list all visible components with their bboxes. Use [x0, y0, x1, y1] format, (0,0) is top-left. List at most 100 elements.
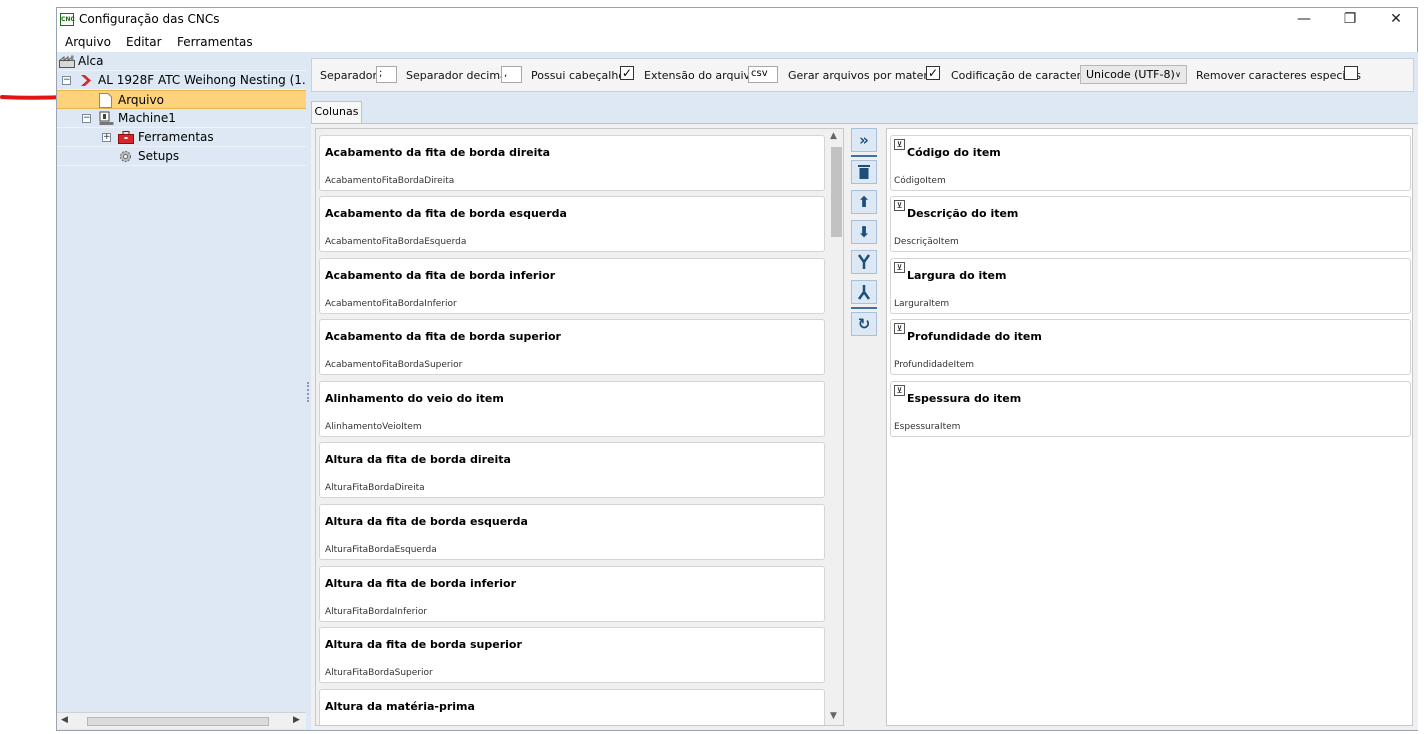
column-key: AcabamentoFitaBordaSuperior [325, 360, 463, 370]
list-item[interactable]: Altura da fita de borda superior AlturaF… [319, 627, 825, 683]
toolbox-icon [118, 131, 134, 144]
trash-icon [858, 165, 870, 179]
column-key: AlturaFitaBordaInferior [325, 607, 428, 617]
delete-column-button[interactable] [851, 160, 877, 184]
expand-marker-icon[interactable]: ⊻ [894, 385, 905, 396]
tree-item-ferramentas[interactable]: + Ferramentas [57, 128, 306, 147]
scroll-down-icon[interactable]: ▼ [830, 711, 837, 721]
per-material-label: Gerar arquivos por material [788, 69, 941, 82]
title-bar: CNC Configuração das CNCs — ❐ ✕ [57, 8, 1417, 32]
scroll-up-icon[interactable]: ▲ [830, 131, 837, 141]
splitter-grip [307, 382, 310, 402]
menu-editar[interactable]: Editar [126, 35, 162, 49]
tree-item-setups[interactable]: Setups [57, 147, 306, 166]
column-key: DescriçãoItem [894, 237, 959, 247]
expand-marker-icon[interactable]: ⊻ [894, 200, 905, 211]
list-item[interactable]: Altura da fita de borda direita AlturaFi… [319, 442, 825, 498]
scroll-left-icon[interactable]: ◀ [61, 715, 68, 725]
selected-columns-list[interactable]: ⊻ Código do item CódigoItem ⊻ Descrição … [886, 128, 1413, 726]
refresh-button[interactable]: ↻ [851, 312, 877, 336]
per-material-checkbox[interactable]: ✓ [926, 66, 940, 80]
move-down-button[interactable]: ⬇ [851, 220, 877, 244]
column-title: Código do item [907, 146, 1001, 159]
divider [851, 155, 877, 157]
merge-columns-button[interactable] [851, 250, 877, 274]
list-item[interactable]: ⊻ Código do item CódigoItem [890, 135, 1411, 191]
split-column-button[interactable] [851, 280, 877, 304]
column-title: Acabamento da fita de borda inferior [325, 269, 556, 282]
minimize-button[interactable]: — [1281, 8, 1327, 30]
column-key: CódigoItem [894, 176, 946, 186]
column-title: Altura da fita de borda inferior [325, 577, 517, 590]
divider [851, 307, 877, 309]
document-icon [99, 93, 112, 108]
list-item[interactable]: ⊻ Largura do item LarguraItem [890, 258, 1411, 314]
expand-marker-icon[interactable]: ⊻ [894, 323, 905, 334]
decimal-separator-label: Separador decimal [406, 69, 510, 82]
remove-special-checkbox[interactable] [1344, 66, 1358, 80]
expand-marker-icon[interactable]: ⊻ [894, 262, 905, 273]
column-key: AcabamentoFitaBordaInferior [325, 299, 457, 309]
expand-icon[interactable]: + [102, 133, 111, 142]
expand-marker-icon[interactable]: ⊻ [894, 139, 905, 150]
collapse-icon[interactable]: − [62, 76, 71, 85]
tab-colunas[interactable]: Colunas [311, 101, 362, 123]
close-button[interactable]: ✕ [1373, 8, 1419, 30]
tree-item-machine1[interactable]: − Machine1 [57, 109, 306, 128]
extension-input[interactable]: csv [748, 66, 778, 83]
list-item[interactable]: Altura da fita de borda inferior AlturaF… [319, 566, 825, 622]
separator-input[interactable]: ; [376, 66, 397, 83]
scrollbar-thumb[interactable] [87, 717, 269, 726]
decimal-separator-input[interactable]: , [501, 66, 522, 83]
restore-button[interactable]: ❐ [1327, 8, 1373, 30]
list-item[interactable]: Acabamento da fita de borda inferior Aca… [319, 258, 825, 314]
column-key: ProfundidadeItem [894, 360, 975, 370]
menu-bar: Arquivo Editar Ferramentas [57, 32, 1417, 52]
move-up-button[interactable]: ⬆ [851, 190, 877, 214]
scroll-right-icon[interactable]: ▶ [293, 715, 300, 725]
list-item[interactable]: ⊻ Espessura do item EspessuraItem [890, 381, 1411, 437]
collapse-icon[interactable]: − [82, 114, 91, 123]
tree-label-ferramentas: Ferramentas [138, 130, 214, 144]
scrollbar-thumb[interactable] [831, 147, 842, 237]
column-key: EspessuraItem [894, 422, 961, 432]
available-columns-list[interactable]: Acabamento da fita de borda direita Acab… [315, 128, 844, 726]
export-settings-toolbar: Separador ; Separador decimal , Possui c… [311, 58, 1414, 92]
header-checkbox[interactable]: ✓ [620, 66, 634, 80]
split-icon [857, 285, 871, 300]
column-key: LarguraItem [894, 299, 950, 309]
tree-horizontal-scrollbar[interactable]: ◀ ▶ [57, 712, 306, 729]
column-key: AlturaFitaBordaSuperior [325, 668, 433, 678]
encoding-select[interactable]: Unicode (UTF-8) ∨ [1080, 65, 1187, 84]
separator-label: Separador [320, 69, 377, 82]
available-columns-scrollbar[interactable]: ▲ ▼ [826, 129, 843, 725]
list-item[interactable]: Acabamento da fita de borda superior Aca… [319, 319, 825, 375]
column-key: AcabamentoFitaBordaEsquerda [325, 237, 467, 247]
menu-ferramentas[interactable]: Ferramentas [177, 35, 253, 49]
menu-arquivo[interactable]: Arquivo [65, 35, 111, 49]
list-item[interactable]: Acabamento da fita de borda direita Acab… [319, 135, 825, 191]
factory-icon [59, 55, 75, 68]
add-column-button[interactable]: » [851, 128, 877, 152]
column-title: Espessura do item [907, 392, 1022, 405]
column-key: AcabamentoFitaBordaDireita [325, 176, 455, 186]
tree-label-setups: Setups [138, 149, 180, 163]
tree-item-machine-config[interactable]: − AL 1928F ATC Weihong Nesting (1.0) [57, 71, 318, 90]
list-item[interactable]: Altura da fita de borda esquerda AlturaF… [319, 504, 825, 560]
column-title: Altura da fita de borda esquerda [325, 515, 528, 528]
encoding-value: Unicode (UTF-8) [1086, 68, 1175, 81]
tree-item-arquivo[interactable]: Arquivo [57, 90, 306, 109]
gear-icon [120, 151, 131, 162]
remove-special-label: Remover caracteres especiais [1196, 69, 1361, 82]
list-item[interactable]: ⊻ Descrição do item DescriçãoItem [890, 196, 1411, 252]
window-title: Configuração das CNCs [79, 12, 220, 26]
column-key: AlturaFitaBordaDireita [325, 483, 425, 493]
list-item[interactable]: ⊻ Profundidade do item ProfundidadeItem [890, 319, 1411, 375]
column-title: Altura da matéria-prima [325, 700, 475, 713]
list-item[interactable]: Alinhamento do veio do item AlinhamentoV… [319, 381, 825, 437]
list-item[interactable]: Altura da matéria-prima [319, 689, 825, 725]
red-chevron-icon [81, 75, 91, 86]
columns-tab-content: Acabamento da fita de borda direita Acab… [311, 123, 1418, 730]
list-item[interactable]: Acabamento da fita de borda esquerda Aca… [319, 196, 825, 252]
tree-item-alca[interactable]: Alca [57, 52, 306, 71]
